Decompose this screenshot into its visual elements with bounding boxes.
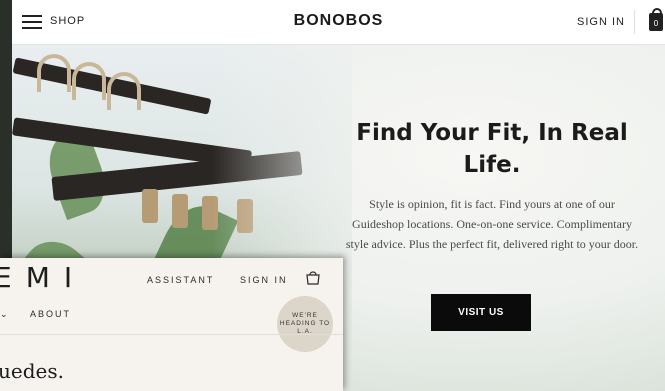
- visit-us-button[interactable]: VISIT US: [431, 294, 531, 331]
- about-link[interactable]: ABOUT: [30, 309, 71, 319]
- front-logo[interactable]: EMI: [0, 261, 86, 294]
- chevron-down-icon[interactable]: ⌄: [0, 309, 8, 320]
- front-heading: uedes.: [0, 359, 64, 383]
- header-divider: [634, 10, 635, 34]
- brand-logo[interactable]: BONOBOS: [12, 12, 665, 30]
- hero-body-text: Style is opinion, fit is fact. Find your…: [345, 197, 639, 251]
- foreground-window: EMI ASSISTANT SIGN IN ⌄ ABOUT WE'RE HEAD…: [0, 258, 343, 391]
- bag-count-badge: 0: [653, 19, 659, 28]
- heading-to-la-badge[interactable]: WE'RE HEADING TO L.A.: [277, 296, 333, 352]
- sign-in-link[interactable]: SIGN IN: [577, 16, 625, 28]
- bag-icon[interactable]: 0: [649, 8, 663, 31]
- front-divider: [0, 334, 343, 335]
- top-navigation-bar: SHOP BONOBOS SIGN IN 0: [12, 0, 665, 45]
- shopping-bag-icon[interactable]: [305, 269, 321, 285]
- hero-copy: Find Your Fit, In Real Life. Style is op…: [342, 117, 642, 254]
- front-sign-in-link[interactable]: SIGN IN: [240, 275, 288, 285]
- assistant-link[interactable]: ASSISTANT: [147, 275, 214, 285]
- badge-text: WE'RE HEADING TO L.A.: [279, 312, 331, 335]
- hero-title: Find Your Fit, In Real Life.: [356, 120, 628, 178]
